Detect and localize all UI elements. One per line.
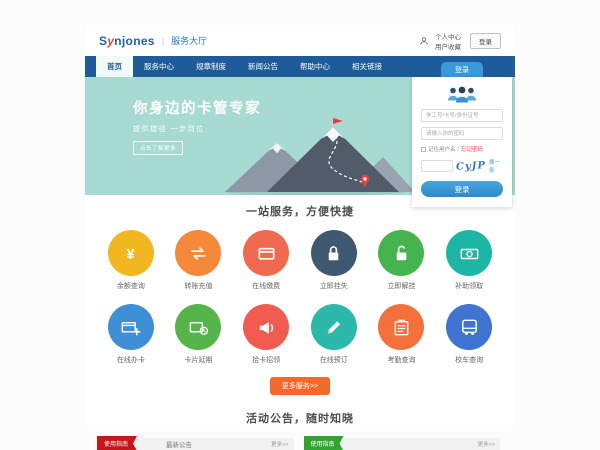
login-panel: 登录 记住用户名 | 忘记密码 (412, 62, 512, 207)
announcement-panel-1: 使用指南 最新公告 更多>> (100, 438, 294, 450)
login-form: 记住用户名 | 忘记密码 CyJP 换一张 登录 (412, 77, 512, 207)
service-label: 立即解挂 (387, 281, 415, 291)
unlock-icon (378, 230, 424, 276)
logo[interactable]: Synjones (99, 34, 155, 48)
service-label: 在线办卡 (117, 355, 145, 365)
header-link-2[interactable]: 用户收藏 (435, 41, 461, 51)
lock-icon (311, 230, 357, 276)
forgot-password-link[interactable]: 忘记密码 (461, 145, 483, 153)
nav-item-6[interactable]: 相关链接 (341, 56, 393, 77)
panel-more-link[interactable]: 更多>> (271, 440, 288, 448)
service-label: 立即挂失 (320, 281, 348, 291)
bus-icon (446, 304, 492, 350)
password-input[interactable] (421, 127, 503, 140)
yen-icon: ¥ (108, 230, 154, 276)
captcha-image[interactable]: CyJP (456, 160, 487, 173)
clipboard-icon (378, 304, 424, 350)
announcement-panel-2: 使用指南 更多>> (307, 438, 501, 450)
announcements-title: 活动公告，随时知晓 (85, 410, 515, 426)
nav-item-3[interactable]: 规章制度 (185, 56, 237, 77)
nav-item-2[interactable]: 服务中心 (133, 56, 185, 77)
username-input[interactable] (421, 109, 503, 122)
login-tab[interactable]: 登录 (441, 62, 483, 77)
card-icon (243, 230, 289, 276)
service-label: 转账充值 (184, 281, 212, 291)
card-clock-icon (175, 304, 221, 350)
captcha-row: CyJP 换一张 (421, 158, 503, 174)
users-group-icon (444, 84, 480, 104)
service-label: 在线预订 (320, 355, 348, 365)
nav-item-4[interactable]: 新闻公告 (237, 56, 289, 77)
pencil-icon (311, 304, 357, 350)
service-label: 拾卡招领 (252, 355, 280, 365)
services-section: 一站服务，方便快捷 ¥余额查询转账充值在线缴费立即挂失立即解挂补助领取在线办卡卡… (85, 195, 515, 395)
more-services-button[interactable]: 更多服务>> (270, 377, 330, 395)
banknote-icon (446, 230, 492, 276)
service-label: 校车查询 (455, 355, 483, 365)
hero-cta-button[interactable]: 点击了解更多 (133, 141, 183, 155)
service-item-6[interactable]: 补助领取 (435, 230, 503, 291)
hero-title: 你身边的卡管专家 (133, 97, 261, 118)
panel-more-link[interactable]: 更多>> (478, 440, 495, 448)
mountain-illustration (215, 117, 415, 195)
service-item-11[interactable]: 考勤查询 (368, 304, 436, 365)
service-item-2[interactable]: 转账充值 (165, 230, 233, 291)
header-links: 个人中心用户收藏 (435, 31, 463, 51)
nav-item-5[interactable]: 帮助中心 (289, 56, 341, 77)
service-label: 卡片延期 (184, 355, 212, 365)
service-item-5[interactable]: 立即解挂 (368, 230, 436, 291)
service-label: 考勤查询 (387, 355, 415, 365)
panel-ribbon-tab[interactable]: 使用指南 (304, 436, 344, 450)
captcha-refresh-link[interactable]: 换一张 (489, 158, 503, 174)
svg-text:¥: ¥ (127, 246, 135, 262)
announcement-panels: 使用指南 最新公告 更多>> 使用指南 更多>> (85, 438, 515, 450)
logo-divider: | (162, 36, 164, 46)
transfer-icon (175, 230, 221, 276)
service-item-12[interactable]: 校车查询 (435, 304, 503, 365)
hero-banner: 你身边的卡管专家 提供捷径 一步到位 点击了解更多 登录 (85, 77, 515, 195)
logo-text-suffix: njones (114, 34, 154, 48)
card-plus-icon (108, 304, 154, 350)
header: Synjones | 服务大厅 个人中心用户收藏 登录 (85, 25, 515, 56)
announcements-section: 活动公告，随时知晓 使用指南 最新公告 更多>> 使用指南 更多>> (85, 410, 515, 450)
service-item-1[interactable]: ¥ 余额查询 (97, 230, 165, 291)
login-submit-button[interactable]: 登录 (421, 181, 503, 197)
service-label: 在线缴费 (252, 281, 280, 291)
remember-row: 记住用户名 | 忘记密码 (421, 145, 503, 153)
service-item-9[interactable]: 拾卡招领 (232, 304, 300, 365)
remember-divider: | (458, 146, 459, 152)
service-label: 余额查询 (117, 281, 145, 291)
captcha-input[interactable] (421, 160, 453, 172)
remember-label: 记住用户名 (428, 145, 456, 153)
user-icon (420, 37, 428, 45)
services-grid: ¥ 余额查询 转账充值 在线缴费 立即挂失 立即解挂 补助领取在线办卡 卡片延期 拾卡招领 在线预… (97, 230, 503, 365)
header-link-1[interactable]: 个人中心 (435, 31, 461, 41)
service-item-4[interactable]: 立即挂失 (300, 230, 368, 291)
nav-item-1[interactable]: 首页 (96, 56, 133, 77)
service-item-10[interactable]: 在线预订 (300, 304, 368, 365)
panel-tab[interactable]: 最新公告 (166, 439, 192, 449)
header-right: 个人中心用户收藏 登录 (420, 31, 501, 51)
service-label: 补助领取 (455, 281, 483, 291)
megaphone-icon (243, 304, 289, 350)
service-item-3[interactable]: 在线缴费 (232, 230, 300, 291)
site-page: Synjones | 服务大厅 个人中心用户收藏 登录 首页服务中心规章制度新闻… (85, 25, 515, 425)
panel-ribbon-tab[interactable]: 使用指南 (97, 436, 137, 450)
header-login-button[interactable]: 登录 (470, 33, 501, 49)
service-item-7[interactable]: 在线办卡 (97, 304, 165, 365)
remember-checkbox[interactable] (421, 147, 426, 152)
service-item-8[interactable]: 卡片延期 (165, 304, 233, 365)
site-name: 服务大厅 (171, 34, 207, 47)
